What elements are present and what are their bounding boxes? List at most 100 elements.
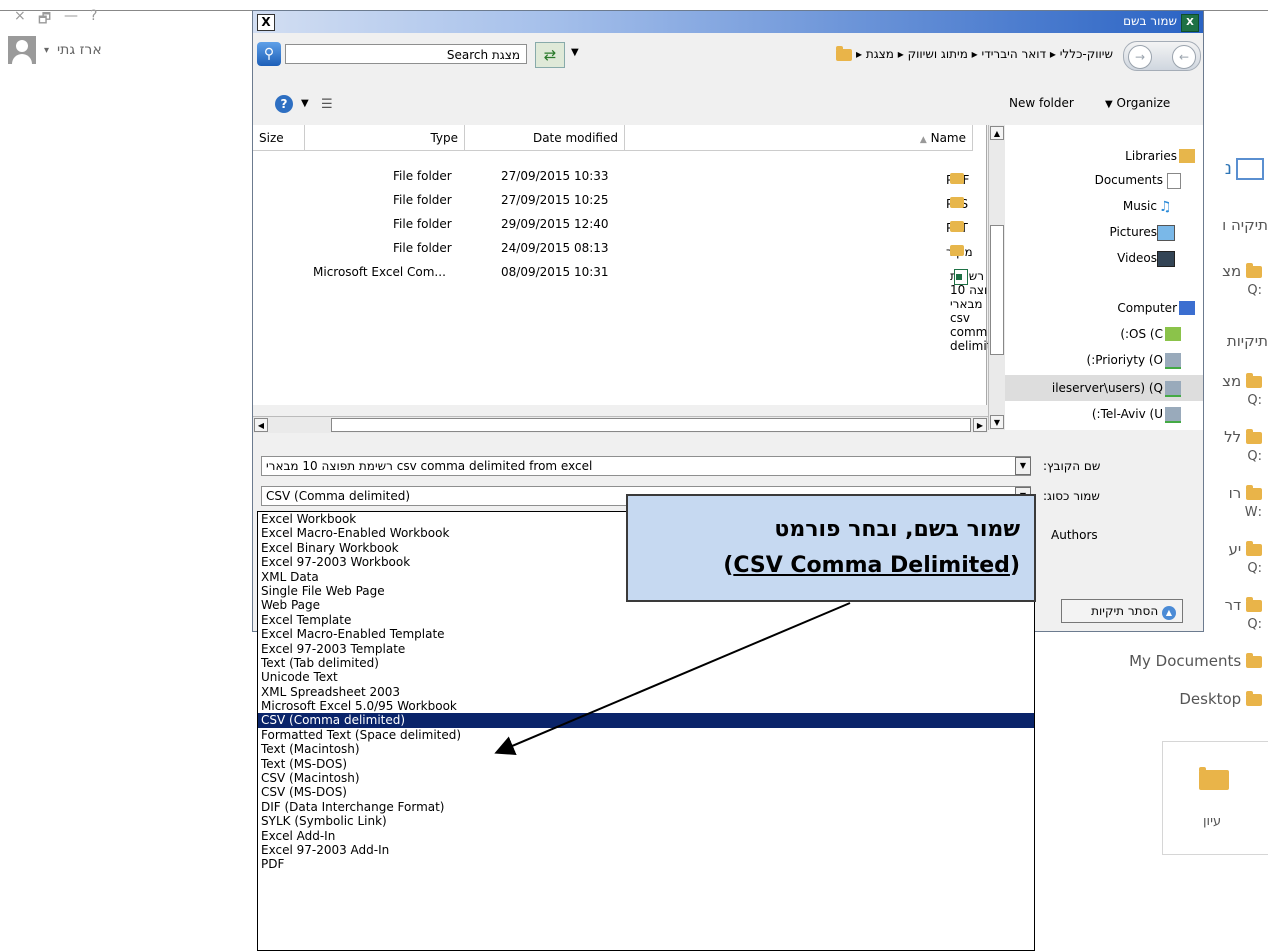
organize-arrow-icon: ▼ [1105,99,1113,110]
folder-icon [1246,596,1262,612]
list-item[interactable]: Excel 97-2003 Template [258,642,1034,656]
view-options-icon[interactable]: ☰ [321,97,333,112]
scroll-up-icon[interactable]: ▲ [990,126,1004,140]
list-item[interactable]: DIF (Data Interchange Format) [258,800,1034,814]
vertical-scroll-thumb[interactable] [990,225,1004,355]
list-item-selected[interactable]: CSV (Comma delimited) [258,713,1034,728]
horizontal-scrollbar[interactable]: ◀ ▶ [253,416,988,433]
file-name-input[interactable]: רשימת תפוצה 10 מבארי csv comma delimited… [261,456,1031,476]
hide-folders-button[interactable]: ▲ הסתר תיקיות [1061,599,1183,623]
list-item[interactable]: Excel 97-2003 Add-In [258,843,1034,857]
search-input[interactable]: Search מצגת [285,44,527,64]
scroll-down-icon[interactable]: ▼ [990,415,1004,429]
nav-libraries[interactable]: Libraries [1125,149,1177,163]
list-item[interactable]: CSV (Macintosh) [258,771,1034,785]
dialog-title: שמור בשם [1123,14,1177,28]
recent-folder-heading: תיקיה ו [1222,216,1268,234]
user-account[interactable]: ▾ ארז גתי [8,36,102,64]
browse-button[interactable]: עיון [1162,741,1268,855]
organize-button[interactable]: ▼ Organize [1105,96,1170,110]
list-item[interactable]: Microsoft Excel 5.0/95 Workbook [258,699,1034,713]
table-row[interactable]: File folder 27/09/2015 10:33 PDF [253,165,986,189]
list-item[interactable]: Excel Add-In [258,829,1034,843]
instruction-callout: שמור בשם, ובחר פורמט (CSV Comma Delimite… [626,494,1036,602]
nav-pictures[interactable]: Pictures [1109,225,1157,239]
folder-icon [1246,428,1262,444]
callout-line-1: שמור בשם, ובחר פורמט [774,517,1020,542]
list-item[interactable]: Text (MS-DOS) [258,757,1034,771]
table-row[interactable]: File folder 24/09/2015 08:13 מקור [253,237,986,261]
recent-folder-3[interactable]: לל:Q [1224,428,1262,464]
nav-drive-q[interactable]: ileserver\users) (Q [1052,381,1163,395]
help-button[interactable]: ? [275,95,293,113]
list-item[interactable]: Excel Macro-Enabled Template [258,627,1034,641]
refresh-icon[interactable]: ⇄ [535,42,565,68]
browse-label: עיון [1203,814,1222,829]
nav-documents[interactable]: Documents [1095,173,1163,187]
list-item[interactable]: Excel Template [258,613,1034,627]
excel-icon: X [1181,14,1199,32]
folder-icon [1246,484,1262,500]
list-item[interactable]: PDF [258,857,1034,871]
list-item[interactable]: CSV (MS-DOS) [258,785,1034,799]
address-dropdown-icon[interactable]: ▼ [571,47,579,58]
horizontal-scroll-thumb[interactable] [331,418,971,432]
column-date-modified[interactable]: Date modified [465,125,625,151]
back-icon[interactable]: ← [1172,45,1196,69]
scroll-right-icon[interactable]: ▶ [973,418,987,432]
recent-folder-5[interactable]: יע:Q [1228,540,1262,576]
close-icon[interactable]: × [14,8,26,24]
recent-folder-1[interactable]: מצ:Q [1222,262,1262,298]
recent-folder-6[interactable]: דר:Q [1225,596,1262,632]
file-name-label: שם הקובץ: [1043,459,1101,473]
nav-drive-u[interactable]: (:Tel-Aviv (U [1092,407,1163,421]
my-documents-item[interactable]: My Documents [1129,652,1262,670]
file-type: File folder [393,169,452,183]
nav-videos[interactable]: Videos [1117,251,1157,265]
file-name-dropdown-icon[interactable]: ▼ [1015,457,1031,475]
desktop-item[interactable]: Desktop [1179,690,1262,708]
list-item[interactable]: Text (Macintosh) [258,742,1034,756]
chevron-up-icon: ▲ [1162,606,1176,620]
list-item[interactable]: XML Spreadsheet 2003 [258,685,1034,699]
table-row[interactable]: File folder 29/09/2015 12:40 PPT [253,213,986,237]
table-row[interactable]: Microsoft Excel Com... 08/09/2015 10:31 … [253,261,1003,353]
recent-folder-4[interactable]: רו:W [1229,484,1262,520]
file-type: File folder [393,193,452,207]
list-item[interactable]: Text (Tab delimited) [258,656,1034,670]
excel-file-icon [954,269,968,285]
file-list: Size Type Date modified ▲ Name File fold… [253,125,1003,405]
address-path[interactable]: שיווק-כללי ▸ דואר היברידי ▸ מיתוג ושיווק… [683,44,1113,64]
recent-folders-heading: תיקיות [1226,332,1268,350]
folder-icon [1246,540,1262,556]
list-item[interactable]: Formatted Text (Space delimited) [258,728,1034,742]
list-item[interactable]: SYLK (Symbolic Link) [258,814,1034,828]
dialog-close-button[interactable]: X [257,14,275,31]
recent-folder-2[interactable]: מצ:Q [1222,372,1262,408]
search-icon[interactable]: ⚲ [257,42,281,66]
folder-icon [950,197,964,208]
nav-drive-c[interactable]: (:OS (C [1120,327,1163,341]
table-row[interactable]: File folder 27/09/2015 10:25 PPS [253,189,986,213]
list-item[interactable]: Unicode Text [258,670,1034,684]
nav-music[interactable]: Music [1123,199,1157,213]
restore-icon[interactable]: 🗗 [38,8,51,32]
scroll-left-icon[interactable]: ◀ [254,418,268,432]
network-drive-icon [1165,407,1181,423]
forward-icon[interactable]: → [1128,45,1152,69]
vertical-scrollbar[interactable]: ▲ ▼ [988,125,1005,430]
nav-computer[interactable]: Computer [1117,301,1177,315]
nav-drive-o[interactable]: (:Prioriyty (O [1087,353,1163,367]
minimize-icon[interactable]: — [64,8,78,24]
help-dropdown-icon[interactable]: ▼ [301,98,309,109]
videos-icon [1157,251,1175,267]
pictures-icon [1157,225,1175,241]
avatar [8,36,36,64]
nav-buttons: → ← [1123,41,1201,71]
column-name[interactable]: ▲ Name [625,125,973,151]
column-size[interactable]: Size [253,125,305,151]
help-icon[interactable]: ? [90,8,97,24]
new-folder-button[interactable]: New folder [1009,96,1074,110]
places-heading: נ [1224,158,1232,179]
column-type[interactable]: Type [305,125,465,151]
